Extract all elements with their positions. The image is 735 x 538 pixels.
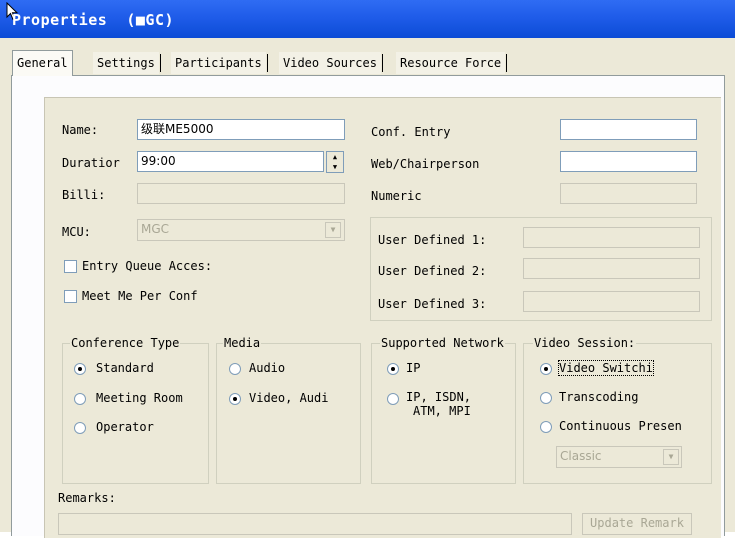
tab-label: Participants bbox=[175, 56, 262, 70]
media-title: Media bbox=[223, 336, 262, 350]
radio-meeting-room[interactable] bbox=[74, 393, 86, 405]
conf-entry-label: Conf. Entry bbox=[371, 125, 451, 139]
user-defined-1-label: User Defined 1: bbox=[378, 233, 487, 247]
remarks-label: Remarks: bbox=[58, 491, 116, 505]
chevron-down-icon: ▼ bbox=[663, 449, 679, 465]
user-defined-2-field bbox=[523, 258, 700, 279]
video-session-title: Video Session: bbox=[533, 336, 637, 350]
radio-label: Operator bbox=[96, 420, 154, 434]
duration-spinner[interactable]: ▲ ▼ bbox=[326, 151, 344, 173]
user-defined-2-label: User Defined 2: bbox=[378, 264, 487, 278]
tab-video-sources[interactable]: Video Sources bbox=[279, 52, 383, 74]
radio-label: Video, Audi bbox=[249, 391, 329, 405]
tab-settings[interactable]: Settings bbox=[93, 52, 161, 74]
radio-label: Audio bbox=[249, 361, 286, 375]
entry-queue-checkbox[interactable] bbox=[64, 260, 77, 273]
tab-participants[interactable]: Participants bbox=[171, 52, 268, 74]
meet-me-checkbox[interactable] bbox=[64, 290, 77, 303]
mcu-select: MGC bbox=[137, 219, 345, 241]
radio-video-audio[interactable] bbox=[229, 393, 241, 405]
user-defined-3-label: User Defined 3: bbox=[378, 297, 487, 311]
radio-continuous-presence[interactable] bbox=[540, 421, 552, 433]
conf-entry-field[interactable] bbox=[560, 119, 697, 140]
web-chair-field[interactable] bbox=[560, 151, 697, 172]
name-label: Name: bbox=[62, 123, 99, 137]
duration-label: Duratior bbox=[62, 156, 120, 170]
tab-general[interactable]: General bbox=[12, 50, 73, 76]
meet-me-label: Meet Me Per Conf bbox=[82, 289, 198, 303]
radio-audio[interactable] bbox=[229, 363, 241, 375]
radio-ip[interactable] bbox=[387, 363, 399, 375]
entry-queue-label: Entry Queue Acces: bbox=[82, 259, 213, 273]
tab-label: Resource Force bbox=[400, 56, 502, 70]
tab-resource-force[interactable]: Resource Force bbox=[396, 52, 508, 74]
radio-ip-isdn[interactable] bbox=[387, 393, 399, 405]
user-defined-1-field bbox=[523, 227, 700, 248]
radio-label: Video Switchi bbox=[558, 360, 654, 376]
radio-label: IP, ISDN, bbox=[406, 390, 472, 404]
web-chair-label: Web/Chairperson bbox=[371, 157, 480, 171]
numeric-field bbox=[560, 183, 697, 204]
radio-standard[interactable] bbox=[74, 363, 86, 375]
radio-label: Transcoding bbox=[559, 390, 639, 404]
spin-down-icon[interactable]: ▼ bbox=[327, 163, 343, 172]
tab-label: General bbox=[17, 56, 68, 70]
radio-label: Continuous Presen bbox=[559, 419, 682, 433]
tab-strip: General Settings Participants Video Sour… bbox=[12, 50, 532, 76]
tab-label: Video Sources bbox=[283, 56, 377, 70]
conference-type-title: Conference Type bbox=[70, 336, 181, 350]
radio-label: Meeting Room bbox=[96, 391, 183, 405]
window-title: Properties (■GC) bbox=[12, 11, 175, 29]
duration-field[interactable]: 99:00 bbox=[137, 151, 324, 172]
tab-label: Settings bbox=[97, 56, 155, 70]
radio-transcoding[interactable] bbox=[540, 392, 552, 404]
name-field[interactable]: 级联ME5000 bbox=[137, 119, 345, 140]
radio-label-line2: ATM, MPI bbox=[413, 404, 471, 418]
user-defined-3-field bbox=[523, 291, 700, 312]
radio-operator[interactable] bbox=[74, 422, 86, 434]
spin-up-icon[interactable]: ▲ bbox=[327, 153, 343, 162]
mcu-label: MCU: bbox=[62, 225, 91, 239]
billing-label: Billi: bbox=[62, 188, 106, 202]
chevron-down-icon: ▼ bbox=[325, 222, 341, 238]
numeric-label: Numeric bbox=[371, 189, 422, 203]
supported-network-title: Supported Network bbox=[380, 336, 505, 350]
radio-label: IP bbox=[406, 361, 421, 375]
radio-video-switching[interactable] bbox=[540, 363, 552, 375]
billing-field bbox=[137, 183, 345, 204]
radio-label: Standard bbox=[96, 361, 154, 375]
